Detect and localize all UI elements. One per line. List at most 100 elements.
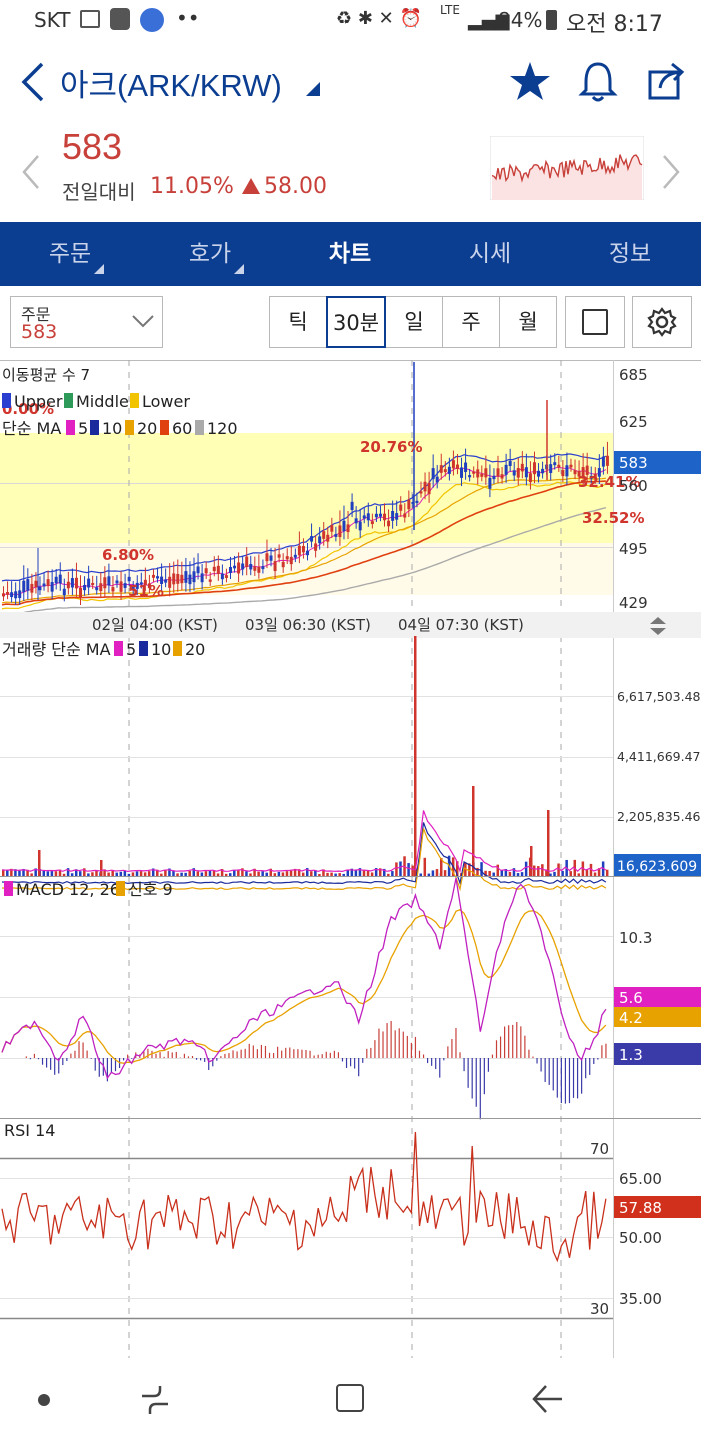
candle-body <box>484 468 488 478</box>
battery-icon <box>546 10 557 30</box>
timeframe-30min-button[interactable]: 30분 <box>326 296 386 348</box>
page-title[interactable]: 아크(ARK/KRW) <box>60 60 282 105</box>
volume-bar <box>508 871 512 876</box>
bb-upper-swatch <box>2 393 11 408</box>
timeframe-day-button[interactable]: 일 <box>385 296 443 348</box>
candle-body <box>374 513 378 518</box>
back-icon[interactable] <box>18 60 48 104</box>
candle-body <box>561 470 565 477</box>
chart-area[interactable]: 이동평균 수 7 0.00% Upper Middle Lower 단순 MA … <box>0 360 701 1358</box>
candle-body <box>520 463 524 472</box>
prev-coin-icon[interactable] <box>20 152 42 192</box>
dropdown-triangle-icon[interactable] <box>306 82 320 96</box>
status-bar: SKT •• ♻ ✱ ✕ ⏰ LTE ▂▄▆ 84% 오전 8:17 <box>0 0 701 42</box>
volume-bar <box>200 872 204 876</box>
candle-body <box>528 473 532 483</box>
volume-bar <box>427 873 431 876</box>
star-icon[interactable] <box>508 60 552 104</box>
share-icon[interactable] <box>646 60 686 104</box>
volume-bar <box>176 873 179 876</box>
volume-bar <box>172 870 175 876</box>
tab-chart[interactable]: 차트 <box>280 222 420 286</box>
candle-body <box>435 476 439 483</box>
candle-body <box>273 561 277 572</box>
bell-icon[interactable] <box>578 60 618 104</box>
rsi-legend-label: RSI 14 <box>4 1121 55 1140</box>
annotation-label: 6.80% <box>102 546 154 564</box>
next-coin-icon[interactable] <box>660 152 682 192</box>
candle-body <box>532 462 536 475</box>
volume-bar <box>419 873 422 876</box>
volume-bar <box>277 871 281 876</box>
volume-bar <box>62 873 66 876</box>
mini-sparkline-chart[interactable] <box>490 136 644 200</box>
volume-legend-label: 거래량 단순 MA <box>2 640 111 659</box>
candle-body <box>431 468 435 480</box>
volume-bar <box>443 870 447 876</box>
vol-ma5-swatch <box>114 641 123 656</box>
ma120-label: 120 <box>207 419 238 438</box>
volume-bar <box>257 871 260 876</box>
signal-legend-label: 신호 9 <box>128 880 173 899</box>
tab-orderbook[interactable]: 호가 <box>140 222 280 286</box>
battery-percent: 84% <box>498 8 543 32</box>
candle-body <box>541 468 545 474</box>
volume-bar <box>228 873 232 876</box>
candle-body <box>338 525 342 538</box>
candle-body <box>601 456 605 467</box>
recent-apps-icon[interactable] <box>138 1384 172 1416</box>
vol-ma5-label: 5 <box>126 640 136 659</box>
volume-bar <box>520 872 524 876</box>
tab-market-price[interactable]: 시세 <box>420 222 560 286</box>
candle-body <box>115 580 119 584</box>
timeframe-month-button[interactable]: 월 <box>499 296 557 348</box>
candle-body <box>354 518 358 524</box>
volume-bar <box>261 871 264 876</box>
candle-body <box>391 511 395 521</box>
fullscreen-button[interactable] <box>565 296 625 348</box>
candle-body <box>54 576 58 584</box>
volume-bar <box>46 871 50 876</box>
volume-bar <box>310 871 313 876</box>
bb-middle-swatch <box>64 393 73 408</box>
candle-body <box>553 462 557 466</box>
candle-body <box>164 579 168 583</box>
candle-body <box>407 499 411 510</box>
settings-button[interactable] <box>632 296 692 348</box>
volume-bar <box>119 871 123 876</box>
candle-body <box>249 563 253 570</box>
candle-body <box>38 586 42 591</box>
tab-menu-triangle-icon <box>234 264 244 274</box>
candle-body <box>500 474 504 479</box>
volume-bar <box>488 870 491 876</box>
candle-body <box>200 573 204 583</box>
volume-bar <box>577 873 581 876</box>
volume-bar <box>334 873 337 876</box>
order-quick-box[interactable]: 주문 583 <box>10 296 163 348</box>
tab-info[interactable]: 정보 <box>560 222 700 286</box>
app-icon <box>110 8 130 30</box>
carrier-label: SKT <box>34 8 71 32</box>
candle-body <box>257 566 261 573</box>
home-icon[interactable] <box>336 1384 364 1412</box>
volume-bar <box>530 846 533 876</box>
timeframe-week-button[interactable]: 주 <box>442 296 500 348</box>
candle-body <box>87 578 91 588</box>
candle-body <box>557 464 561 468</box>
price-y-tick: 495 <box>619 540 648 558</box>
more-notifications-icon: •• <box>176 6 200 30</box>
candle-body <box>83 584 87 591</box>
order-box-value: 583 <box>21 321 58 343</box>
dot-icon[interactable] <box>38 1394 50 1406</box>
price-y-tick: 429 <box>619 594 648 612</box>
volume-bar <box>164 869 167 876</box>
tab-menu-triangle-icon <box>94 264 104 274</box>
volume-bar <box>216 873 220 876</box>
volume-bar <box>208 870 212 876</box>
volume-bar <box>87 873 90 876</box>
tab-order[interactable]: 주문 <box>0 222 140 286</box>
back-nav-icon[interactable] <box>530 1382 564 1416</box>
candle-body <box>253 566 257 571</box>
timeframe-tick-button[interactable]: 틱 <box>269 296 327 348</box>
candle-body <box>451 460 455 469</box>
